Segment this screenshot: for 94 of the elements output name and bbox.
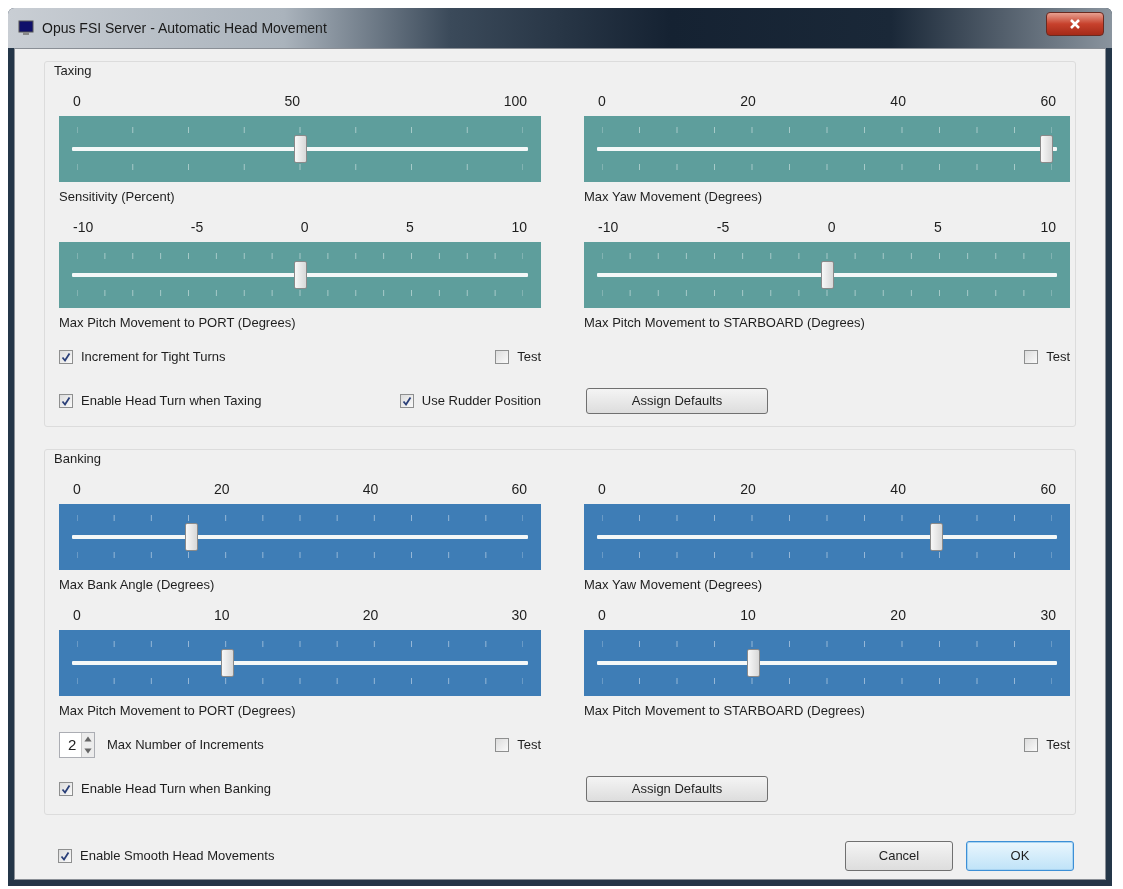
checkbox[interactable] [1024,738,1039,752]
slider-thumb[interactable] [820,261,834,289]
scale-label: 0 [827,218,836,236]
scale-label: 20 [740,480,756,498]
scale-label: 40 [362,480,379,498]
scale-label: 10 [213,606,230,624]
scale-label: 0 [73,606,81,624]
checkbox[interactable] [495,350,510,364]
slider-caption: Max Pitch Movement to STARBOARD (Degrees) [584,314,866,332]
check-icon [60,851,70,861]
checkbox[interactable] [58,849,72,863]
checkbox[interactable] [1024,350,1039,364]
scale-label: 10 [511,218,527,236]
slider-caption: Max Pitch Movement to PORT (Degrees) [59,702,297,720]
group-title: Banking [53,450,102,468]
slider[interactable] [584,116,1070,182]
checkbox-label[interactable]: Enable Head Turn when Banking [81,779,272,799]
check-icon [61,396,71,406]
slider-thumb[interactable] [930,523,944,551]
scale-label: 10 [740,606,756,624]
button[interactable]: Assign Defaults [586,388,768,414]
scale-label: 0 [598,92,606,110]
scale-label: -5 [190,218,204,236]
slider[interactable] [584,504,1070,570]
app-icon [18,20,34,36]
checkbox[interactable] [59,394,73,408]
button[interactable]: OK [966,841,1074,871]
slider-caption: Max Pitch Movement to PORT (Degrees) [59,314,297,332]
check-icon [61,352,71,362]
scale-label: 30 [511,606,527,624]
checkbox[interactable] [59,782,73,796]
scale-label: 50 [284,92,300,110]
slider-caption: Sensitivity (Percent) [59,188,176,206]
slider-caption: Max Bank Angle (Degrees) [59,576,216,594]
slider[interactable] [59,116,541,182]
slider-thumb[interactable] [747,649,761,677]
check-icon [401,396,412,406]
number-spinner[interactable]: 2 [59,732,95,758]
scale-label: 40 [890,92,906,110]
checkbox-label[interactable]: Use Rudder Position [421,391,541,411]
scale-label: 0 [73,480,81,498]
scale-label: 5 [934,218,942,236]
scale-label: 100 [503,92,527,110]
scale-label: 0 [598,606,606,624]
scale-label: 30 [1040,606,1056,624]
scale-label: 20 [362,606,379,624]
button[interactable]: Assign Defaults [586,776,768,802]
slider[interactable] [59,504,541,570]
slider-caption: Max Pitch Movement to STARBOARD (Degrees) [584,702,866,720]
scale-label: 60 [1040,92,1056,110]
scale-label: 60 [511,480,527,498]
close-icon [1069,18,1081,30]
scale-label: 20 [213,480,230,498]
slider[interactable] [59,242,541,308]
slider-thumb[interactable] [184,523,198,551]
slider-caption: Max Yaw Movement (Degrees) [584,188,763,206]
slider-thumb[interactable] [293,135,307,163]
scale-label: 40 [890,480,906,498]
slider[interactable] [59,630,541,696]
group-title: Taxing [53,62,93,80]
scale-label: 20 [890,606,906,624]
scale-label: -10 [73,218,94,236]
checkbox-label[interactable]: Test [517,347,541,367]
scale-label: 5 [406,218,414,236]
checkbox[interactable] [495,738,510,752]
checkbox-label[interactable]: Test [517,735,541,755]
slider[interactable] [584,242,1070,308]
checkbox[interactable] [59,350,73,364]
slider-thumb[interactable] [293,261,307,289]
scale-label: 0 [300,218,309,236]
close-button[interactable] [1046,12,1104,36]
scale-label: 20 [740,92,756,110]
button[interactable]: Cancel [845,841,953,871]
checkbox-label[interactable]: Test [1046,347,1070,367]
scale-label: 10 [1040,218,1056,236]
checkbox-label[interactable]: Enable Head Turn when Taxing [81,391,262,411]
checkbox-label[interactable]: Test [1046,735,1070,755]
check-icon [61,784,71,794]
spin-up-button[interactable] [82,733,94,745]
scale-label: 60 [1040,480,1056,498]
scale-label: -10 [598,218,619,236]
spinner-label: Max Number of Increments [107,736,264,755]
slider[interactable] [584,630,1070,696]
scale-label: -5 [716,218,730,236]
checkbox-label[interactable]: Enable Smooth Head Movements [80,846,275,866]
scale-label: 0 [598,480,606,498]
slider-thumb[interactable] [1040,135,1053,163]
checkbox[interactable] [399,394,414,408]
checkbox-label[interactable]: Increment for Tight Turns [81,347,226,367]
spin-down-button[interactable] [82,745,94,757]
window-title: Opus FSI Server - Automatic Head Movement [42,18,327,38]
slider-thumb[interactable] [221,649,234,677]
scale-label: 0 [73,92,81,110]
slider-caption: Max Yaw Movement (Degrees) [584,576,763,594]
